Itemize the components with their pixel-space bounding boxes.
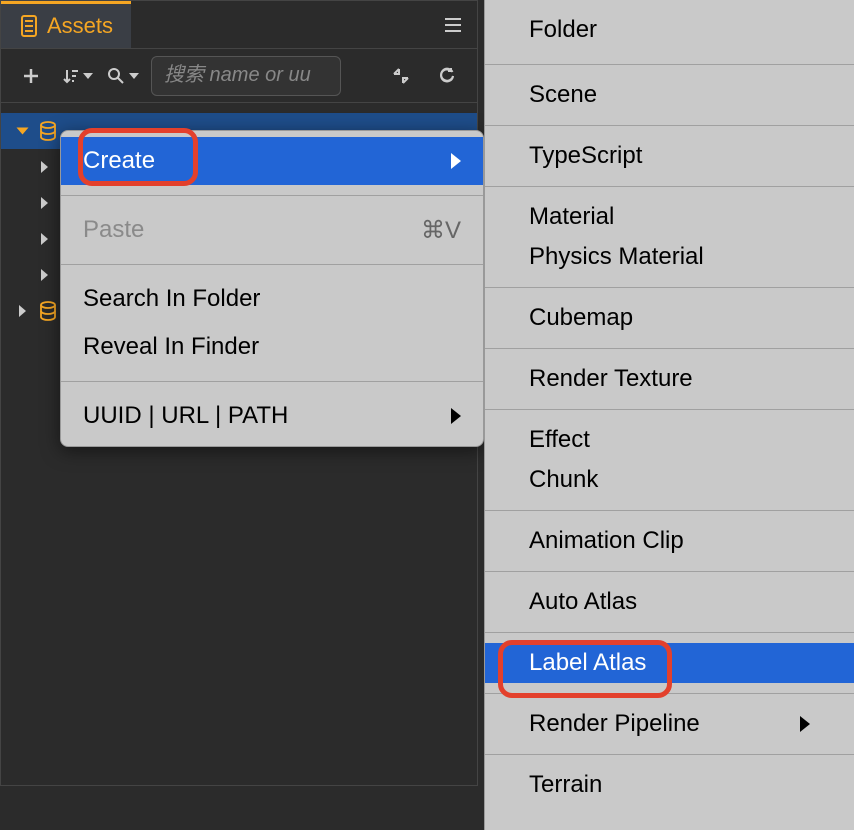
submenu-item-label: Effect [529, 426, 590, 454]
ctx-paste: Paste ⌘V [61, 206, 483, 254]
sort-button[interactable] [59, 58, 95, 94]
submenu-item-label: Render Pipeline [529, 710, 700, 738]
ctx-paste-shortcut: ⌘V [421, 216, 461, 245]
submenu-item-render-pipeline[interactable]: Render Pipeline [485, 704, 854, 744]
assets-toolbar [1, 49, 477, 103]
ctx-create[interactable]: Create [61, 137, 483, 185]
chevron-right-icon [41, 161, 48, 173]
chevron-right-icon [41, 233, 48, 245]
ctx-paste-label: Paste [83, 216, 144, 244]
submenu-item-scene[interactable]: Scene [485, 75, 854, 115]
submenu-item-render-texture[interactable]: Render Texture [485, 359, 854, 399]
separator [61, 381, 483, 382]
ctx-reveal-in-finder[interactable]: Reveal In Finder [61, 323, 483, 371]
separator [485, 754, 854, 755]
assets-icon [19, 15, 39, 37]
ctx-search-in-folder-label: Search In Folder [83, 285, 260, 313]
refresh-icon [437, 66, 457, 86]
separator [485, 125, 854, 126]
submenu-item-label: Auto Atlas [529, 588, 637, 616]
panel-tabbar: Assets [1, 1, 477, 49]
filter-button[interactable] [105, 58, 141, 94]
submenu-item-typescript[interactable]: TypeScript [485, 136, 854, 176]
submenu-item-label: Scene [529, 81, 597, 109]
separator [485, 64, 854, 65]
chevron-right-icon [451, 153, 461, 169]
ctx-uuid-url-path-label: UUID | URL | PATH [83, 402, 288, 430]
submenu-item-chunk[interactable]: Chunk [485, 460, 854, 500]
search-icon [107, 67, 125, 85]
submenu-item-label: Folder [529, 16, 597, 44]
separator [485, 287, 854, 288]
chevron-right-icon [19, 305, 26, 317]
separator [61, 264, 483, 265]
submenu-item-label: TypeScript [529, 142, 642, 170]
submenu-item-label: Render Texture [529, 365, 693, 393]
create-submenu: Folder Scene TypeScript Material Physics Mat… [484, 0, 854, 830]
database-icon [38, 301, 58, 321]
chevron-right-icon [41, 269, 48, 281]
submenu-item-cubemap[interactable]: Cubemap [485, 298, 854, 338]
separator [485, 409, 854, 410]
submenu-item-label: Chunk [529, 466, 598, 494]
submenu-item-label-atlas[interactable]: Label Atlas [485, 643, 854, 683]
separator [485, 186, 854, 187]
submenu-item-label: Animation Clip [529, 527, 684, 555]
submenu-item-effect[interactable]: Effect [485, 420, 854, 460]
database-icon [38, 121, 58, 141]
ctx-search-in-folder[interactable]: Search In Folder [61, 275, 483, 323]
separator [485, 632, 854, 633]
submenu-item-label: Label Atlas [529, 649, 646, 677]
submenu-item-label: Material [529, 203, 614, 231]
ctx-reveal-in-finder-label: Reveal In Finder [83, 333, 259, 361]
submenu-item-terrain[interactable]: Terrain [485, 765, 854, 805]
add-button[interactable] [13, 58, 49, 94]
panel-menu-button[interactable] [429, 1, 477, 48]
refresh-button[interactable] [429, 58, 465, 94]
submenu-item-folder[interactable]: Folder [485, 10, 854, 50]
submenu-item-label: Terrain [529, 771, 602, 799]
chevron-down-icon [17, 128, 29, 135]
context-menu: Create Paste ⌘V Search In Folder Reveal … [60, 130, 484, 447]
submenu-item-label: Cubemap [529, 304, 633, 332]
search-box[interactable] [151, 56, 341, 96]
separator [61, 195, 483, 196]
plus-icon [22, 67, 40, 85]
ctx-create-label: Create [83, 147, 155, 175]
search-input[interactable] [164, 64, 328, 87]
ctx-uuid-url-path[interactable]: UUID | URL | PATH [61, 392, 483, 440]
chevron-right-icon [451, 408, 461, 424]
separator [485, 348, 854, 349]
submenu-item-material[interactable]: Material [485, 197, 854, 237]
separator [485, 510, 854, 511]
assets-tab[interactable]: Assets [1, 1, 131, 48]
submenu-item-animation-clip[interactable]: Animation Clip [485, 521, 854, 561]
collapse-button[interactable] [383, 58, 419, 94]
submenu-item-physics-material[interactable]: Physics Material [485, 237, 854, 277]
chevron-right-icon [41, 197, 48, 209]
collapse-icon [391, 66, 411, 86]
separator [485, 571, 854, 572]
submenu-item-auto-atlas[interactable]: Auto Atlas [485, 582, 854, 622]
assets-tab-label: Assets [47, 13, 113, 39]
submenu-item-label: Physics Material [529, 243, 704, 271]
hamburger-icon [443, 16, 463, 34]
separator [485, 693, 854, 694]
chevron-right-icon [800, 716, 810, 732]
sort-icon [61, 67, 79, 85]
